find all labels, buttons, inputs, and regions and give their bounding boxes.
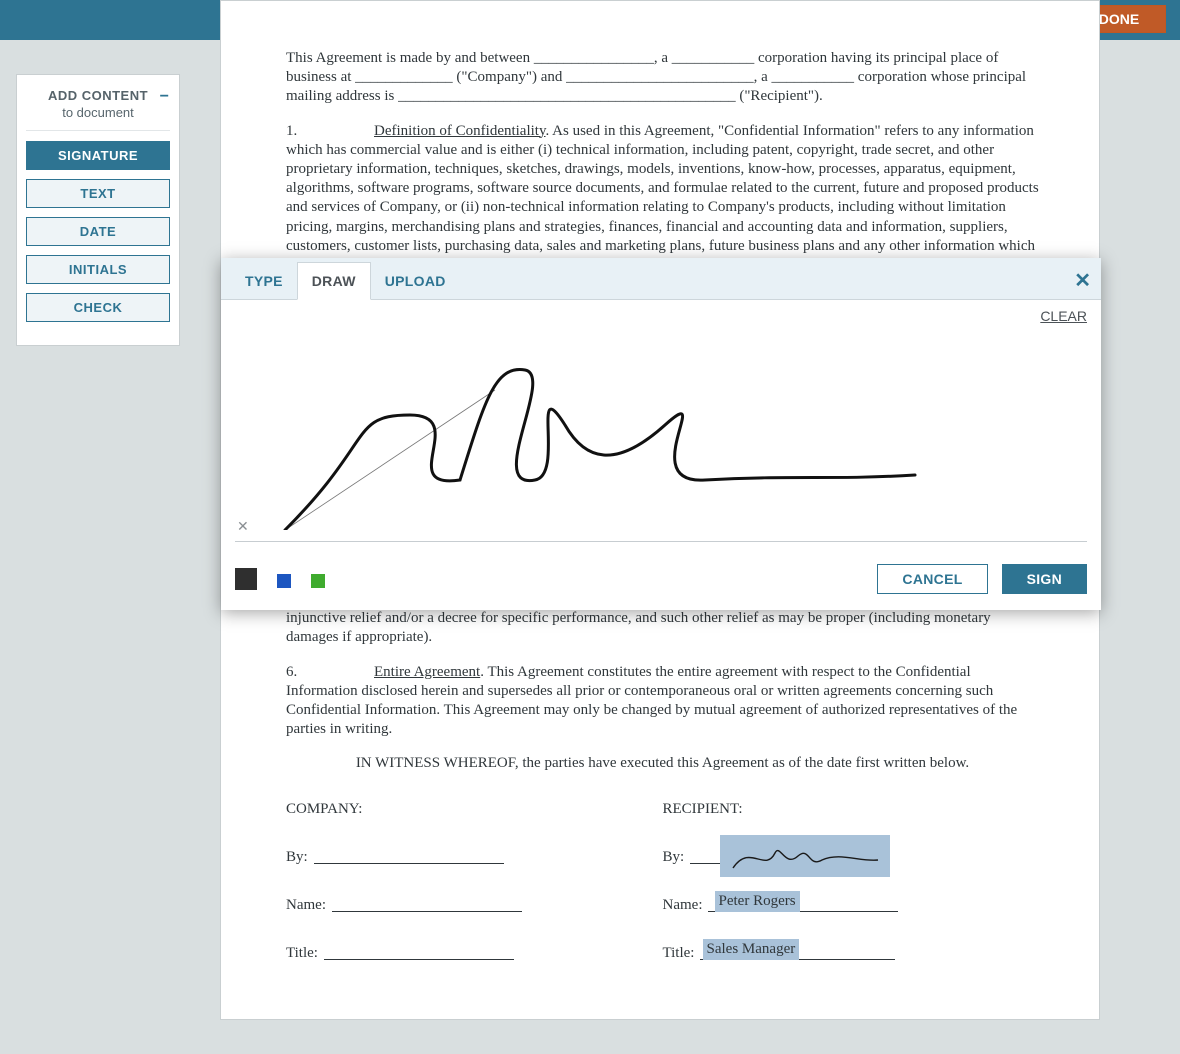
company-label: COMPANY: xyxy=(286,800,663,819)
doc-witness: IN WITNESS WHEREOF, the parties have exe… xyxy=(286,754,1039,773)
recipient-column: RECIPIENT: By: Name:Peter Rogers Title:S… xyxy=(663,800,1040,985)
recipient-name[interactable]: Name:Peter Rogers xyxy=(663,889,1040,915)
clear-button[interactable]: CLEAR xyxy=(1040,308,1087,324)
doc-section-1: 1.Definition of Confidentiality. As used… xyxy=(286,122,1039,276)
recipient-title-value[interactable]: Sales Manager xyxy=(703,939,800,960)
modal-footer: CANCEL SIGN xyxy=(221,542,1101,610)
modal-body: CLEAR ✕ xyxy=(221,300,1101,542)
color-green[interactable] xyxy=(311,574,325,588)
tool-check[interactable]: CHECK xyxy=(26,293,170,322)
doc-section-6: 6.Entire Agreement. This Agreement const… xyxy=(286,663,1039,740)
tool-signature[interactable]: SIGNATURE xyxy=(26,141,170,170)
company-name[interactable]: Name: xyxy=(286,889,663,915)
modal-tabs: TYPE DRAW UPLOAD ✕ xyxy=(221,258,1101,300)
close-icon[interactable]: ✕ xyxy=(1074,268,1091,293)
signature-modal: TYPE DRAW UPLOAD ✕ CLEAR ✕ CANCEL SIGN xyxy=(221,258,1101,610)
tool-date[interactable]: DATE xyxy=(26,217,170,246)
recipient-name-value[interactable]: Peter Rogers xyxy=(715,891,800,912)
sidebar-subtitle: to document xyxy=(26,105,170,120)
tab-draw[interactable]: DRAW xyxy=(297,262,371,300)
recipient-label: RECIPIENT: xyxy=(663,800,1040,819)
tool-text[interactable]: TEXT xyxy=(26,179,170,208)
cancel-button[interactable]: CANCEL xyxy=(877,564,987,594)
recipient-title[interactable]: Title:Sales Manager xyxy=(663,937,1040,963)
company-column: COMPANY: By: Name: Title: xyxy=(286,800,663,985)
color-black[interactable] xyxy=(235,568,257,590)
placed-signature[interactable] xyxy=(720,835,890,877)
recipient-by[interactable]: By: xyxy=(663,841,1040,867)
tool-initials[interactable]: INITIALS xyxy=(26,255,170,284)
sidebar: − ADD CONTENT to document SIGNATURE TEXT… xyxy=(16,74,180,346)
color-blue[interactable] xyxy=(277,574,291,588)
collapse-icon[interactable]: − xyxy=(160,88,169,106)
company-title[interactable]: Title: xyxy=(286,937,663,963)
tab-upload[interactable]: UPLOAD xyxy=(371,263,460,299)
sign-button[interactable]: SIGN xyxy=(1002,564,1087,594)
signature-canvas[interactable]: ✕ xyxy=(235,330,1087,542)
tab-type[interactable]: TYPE xyxy=(231,263,297,299)
sidebar-title: ADD CONTENT xyxy=(26,88,170,103)
signature-block: COMPANY: By: Name: Title: RECIPIENT: By:… xyxy=(286,800,1039,985)
doc-intro: This Agreement is made by and between __… xyxy=(286,49,1039,107)
company-by[interactable]: By: xyxy=(286,841,663,867)
